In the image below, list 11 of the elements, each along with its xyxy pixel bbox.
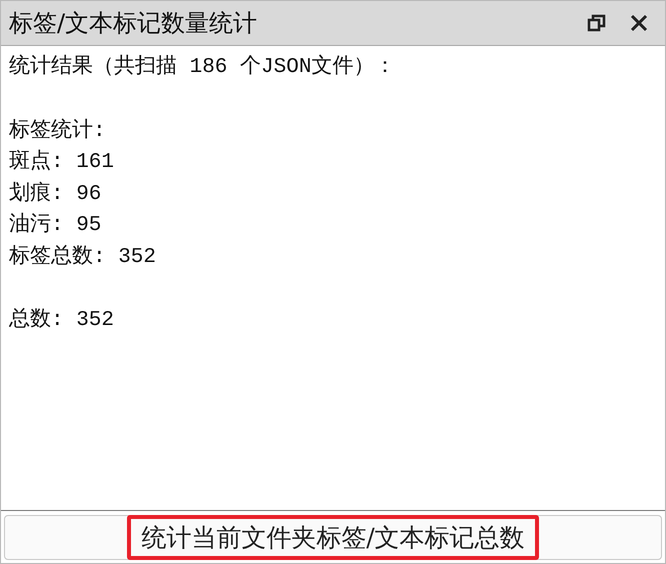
- output-line: 划痕: 96: [9, 180, 102, 208]
- close-icon: [630, 14, 648, 32]
- output-line: 标签总数: 352: [9, 244, 156, 270]
- output-line: 油污: 95: [9, 212, 102, 239]
- count-button[interactable]: 统计当前文件夹标签/文本标记总数: [4, 514, 662, 560]
- output-line: 统计结果（共扫描 186 个JSON文件）：: [9, 54, 396, 81]
- output-line: 斑点: 161: [9, 148, 114, 176]
- output-line: 标签统计:: [9, 118, 106, 144]
- output-line: 总数: 352: [9, 306, 114, 334]
- restore-icon: [587, 13, 607, 33]
- window-title: 标签/文本标记数量统计: [9, 8, 258, 39]
